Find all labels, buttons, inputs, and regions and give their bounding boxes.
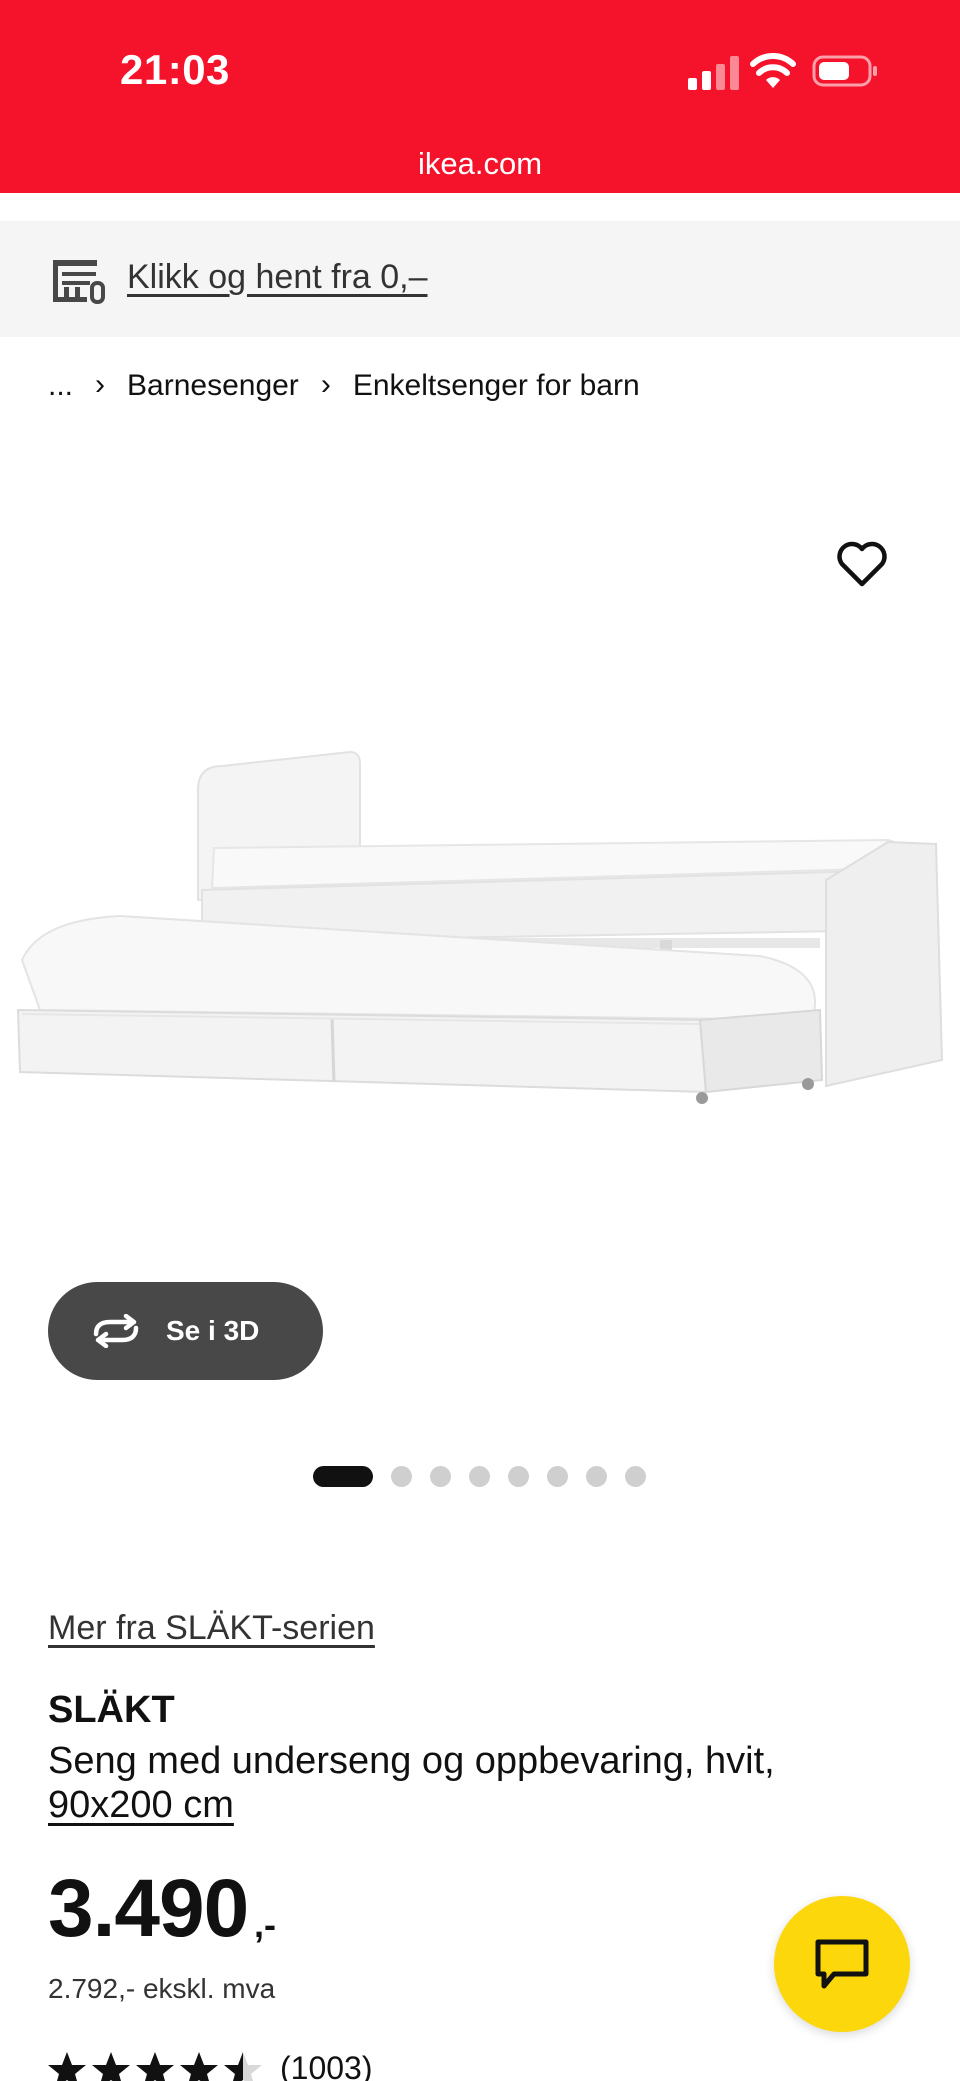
star-icon [180, 2052, 218, 2081]
series-link[interactable]: Mer fra SLÄKT-serien [48, 1609, 375, 1648]
star-icon [136, 2052, 174, 2081]
browser-header: 21:03 ikea.com [0, 0, 960, 193]
price-suffix: ,- [254, 1904, 276, 1945]
gallery-dot[interactable] [547, 1466, 568, 1487]
breadcrumb-item[interactable]: Enkeltsenger for barn [353, 369, 640, 403]
gallery-dot[interactable] [430, 1466, 451, 1487]
product-description: Seng med underseng og oppbevaring, hvit, [48, 1740, 775, 1782]
star-icon [92, 2052, 130, 2081]
cellular-signal-icon [688, 56, 739, 90]
chat-button[interactable] [774, 1896, 910, 2032]
chevron-right-icon: › [320, 368, 331, 401]
heart-icon[interactable] [836, 540, 888, 588]
breadcrumb-ellipsis[interactable]: ... [48, 369, 73, 403]
gallery-dot[interactable] [391, 1466, 412, 1487]
gallery-pagination [313, 1466, 664, 1487]
product-name: SLÄKT [48, 1689, 175, 1731]
star-icon [48, 2052, 86, 2081]
star-half-icon [224, 2052, 262, 2081]
gallery-dot[interactable] [625, 1466, 646, 1487]
chevron-right-icon: › [95, 368, 106, 401]
view-in-3d-button[interactable]: Se i 3D [48, 1282, 323, 1380]
product-image[interactable] [0, 720, 960, 1150]
view-in-3d-label: Se i 3D [166, 1315, 260, 1346]
store-icon [53, 260, 105, 304]
product-size-link[interactable]: 90x200 cm [48, 1784, 234, 1827]
status-time: 21:03 [120, 46, 230, 93]
chat-bubble-icon [815, 1939, 869, 1989]
gallery-dot[interactable] [508, 1466, 529, 1487]
review-count[interactable]: (1003) [280, 2050, 373, 2081]
rotate-3d-icon [93, 1314, 139, 1348]
battery-icon [812, 55, 877, 87]
product-price: 3.490 [48, 1863, 249, 1954]
gallery-dot[interactable] [313, 1466, 373, 1487]
pickup-link[interactable]: Klikk og hent fra 0,– [127, 258, 428, 297]
gallery-dot[interactable] [469, 1466, 490, 1487]
price-ex-vat: 2.792,- ekskl. mva [48, 1973, 276, 2004]
gallery-dot[interactable] [586, 1466, 607, 1487]
breadcrumb: ... › Barnesenger › Enkeltsenger for bar… [48, 368, 640, 403]
address-bar-url[interactable]: ikea.com [0, 146, 960, 182]
rating-stars[interactable] [46, 2050, 266, 2081]
pickup-banner[interactable]: Klikk og hent fra 0,– [0, 221, 960, 337]
wifi-icon [750, 53, 796, 88]
breadcrumb-item[interactable]: Barnesenger [127, 369, 299, 403]
